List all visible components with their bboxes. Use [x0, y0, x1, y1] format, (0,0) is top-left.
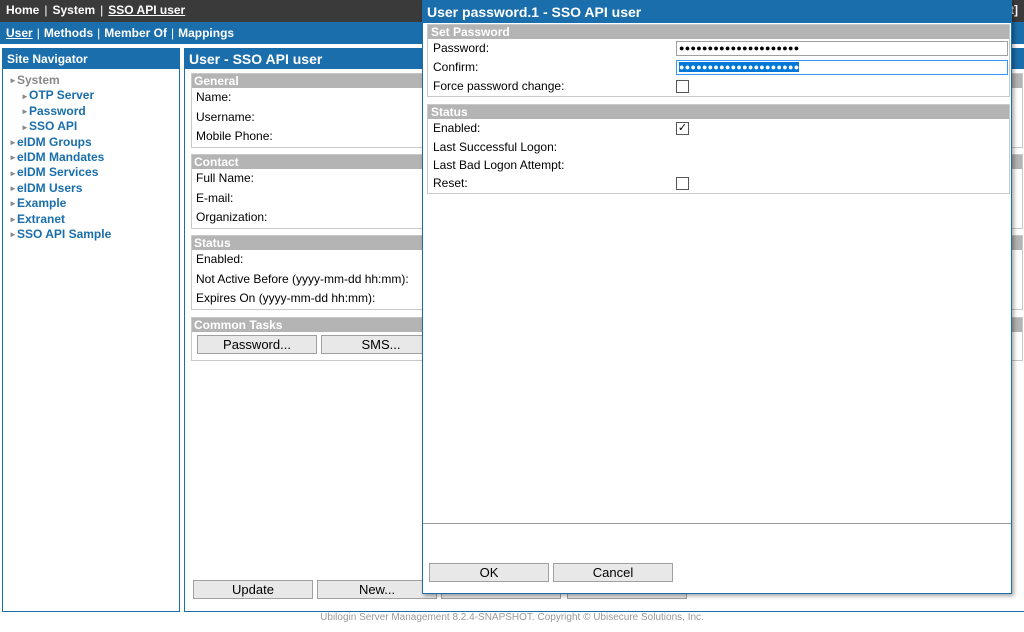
nav-item-eidm-users[interactable]: ►eIDM Users [3, 181, 179, 196]
dialog-divider [423, 523, 1011, 524]
triangle-right-icon: ► [9, 168, 17, 178]
nav-item-eidm-mandates[interactable]: ►eIDM Mandates [3, 150, 179, 165]
nav-item-example[interactable]: ►Example [3, 196, 179, 211]
nav-item-system[interactable]: ►System [3, 73, 179, 88]
nav-item-otp-server[interactable]: ►OTP Server [3, 88, 179, 103]
site-navigator-tree: ►System ►OTP Server ►Password ►SSO API ►… [3, 73, 179, 242]
tab-methods[interactable]: Methods [44, 26, 93, 40]
reset-row: Reset: [428, 174, 1009, 193]
tab-member-of[interactable]: Member Of [104, 26, 167, 40]
triangle-right-icon: ► [21, 122, 29, 132]
enabled-checkbox[interactable]: ✓ [676, 122, 689, 135]
triangle-right-icon: ► [9, 230, 17, 240]
nav-item-eidm-services[interactable]: ►eIDM Services [3, 165, 179, 180]
new-button[interactable]: New... [317, 580, 437, 599]
nav-item-eidm-groups[interactable]: ►eIDM Groups [3, 135, 179, 150]
confirm-label: Confirm: [433, 60, 479, 74]
dialog-status-section: Status Enabled: ✓ Last Successful Logon:… [427, 104, 1010, 194]
tab-mappings[interactable]: Mappings [178, 26, 234, 40]
confirm-input-selection: ●●●●●●●●●●●●●●●●●●●●● [679, 62, 800, 72]
set-password-header: Set Password [428, 25, 1009, 39]
footer-copyright: Ubilogin Server Management 8.2.4-SNAPSHO… [320, 612, 704, 623]
nav-item-password[interactable]: ►Password [3, 104, 179, 119]
checkmark-icon: ✓ [677, 122, 688, 134]
reset-label: Reset: [433, 176, 468, 190]
password-button[interactable]: Password... [197, 335, 317, 354]
triangle-right-icon: ► [21, 91, 29, 101]
nav-item-extranet[interactable]: ►Extranet [3, 212, 179, 227]
force-change-row: Force password change: [428, 77, 1009, 96]
last-bad-logon-label: Last Bad Logon Attempt: [433, 158, 565, 172]
triangle-right-icon: ► [9, 199, 17, 209]
cancel-button[interactable]: Cancel [553, 563, 673, 582]
triangle-right-icon: ► [9, 184, 17, 194]
last-successful-row: Last Successful Logon: [428, 138, 1009, 156]
site-navigator-panel: Site Navigator ►System ►OTP Server ►Pass… [2, 48, 180, 612]
triangle-right-icon: ► [9, 214, 17, 224]
nav-item-sso-api[interactable]: ►SSO API [3, 119, 179, 134]
password-input[interactable]: ●●●●●●●●●●●●●●●●●●●●● [676, 41, 1008, 56]
user-password-dialog: User password.1 - SSO API user Set Passw… [422, 0, 1012, 594]
triangle-right-icon: ► [9, 76, 17, 86]
last-bad-row: Last Bad Logon Attempt: [428, 156, 1009, 174]
triangle-right-icon: ► [9, 137, 17, 147]
triangle-right-icon: ► [9, 153, 17, 163]
dialog-title[interactable]: User password.1 - SSO API user [423, 1, 1011, 23]
force-password-change-label: Force password change: [433, 79, 565, 93]
update-button[interactable]: Update [193, 580, 313, 599]
password-row: Password: ●●●●●●●●●●●●●●●●●●●●● [428, 39, 1009, 58]
set-password-section: Set Password Password: ●●●●●●●●●●●●●●●●●… [427, 24, 1010, 97]
confirm-input[interactable]: ●●●●●●●●●●●●●●●●●●●●● [676, 60, 1008, 75]
reset-checkbox[interactable] [676, 177, 689, 190]
confirm-row: Confirm: ●●●●●●●●●●●●●●●●●●●●● [428, 58, 1009, 77]
enabled-row: Enabled: ✓ [428, 119, 1009, 138]
force-password-change-checkbox[interactable] [676, 80, 689, 93]
ok-button[interactable]: OK [429, 563, 549, 582]
password-label: Password: [433, 41, 490, 55]
nav-item-sso-api-sample[interactable]: ►SSO API Sample [3, 227, 179, 242]
dialog-status-header: Status [428, 105, 1009, 119]
site-navigator-title: Site Navigator [3, 49, 179, 69]
breadcrumb-system[interactable]: System [52, 3, 95, 17]
breadcrumb-current[interactable]: SSO API user [108, 3, 185, 17]
last-successful-logon-label: Last Successful Logon: [433, 140, 558, 154]
tab-user[interactable]: User [6, 26, 33, 40]
triangle-right-icon: ► [21, 107, 29, 117]
breadcrumb-home[interactable]: Home [6, 3, 39, 17]
dialog-enabled-label: Enabled: [433, 121, 481, 135]
breadcrumb: Home | System | SSO API user [6, 3, 186, 17]
